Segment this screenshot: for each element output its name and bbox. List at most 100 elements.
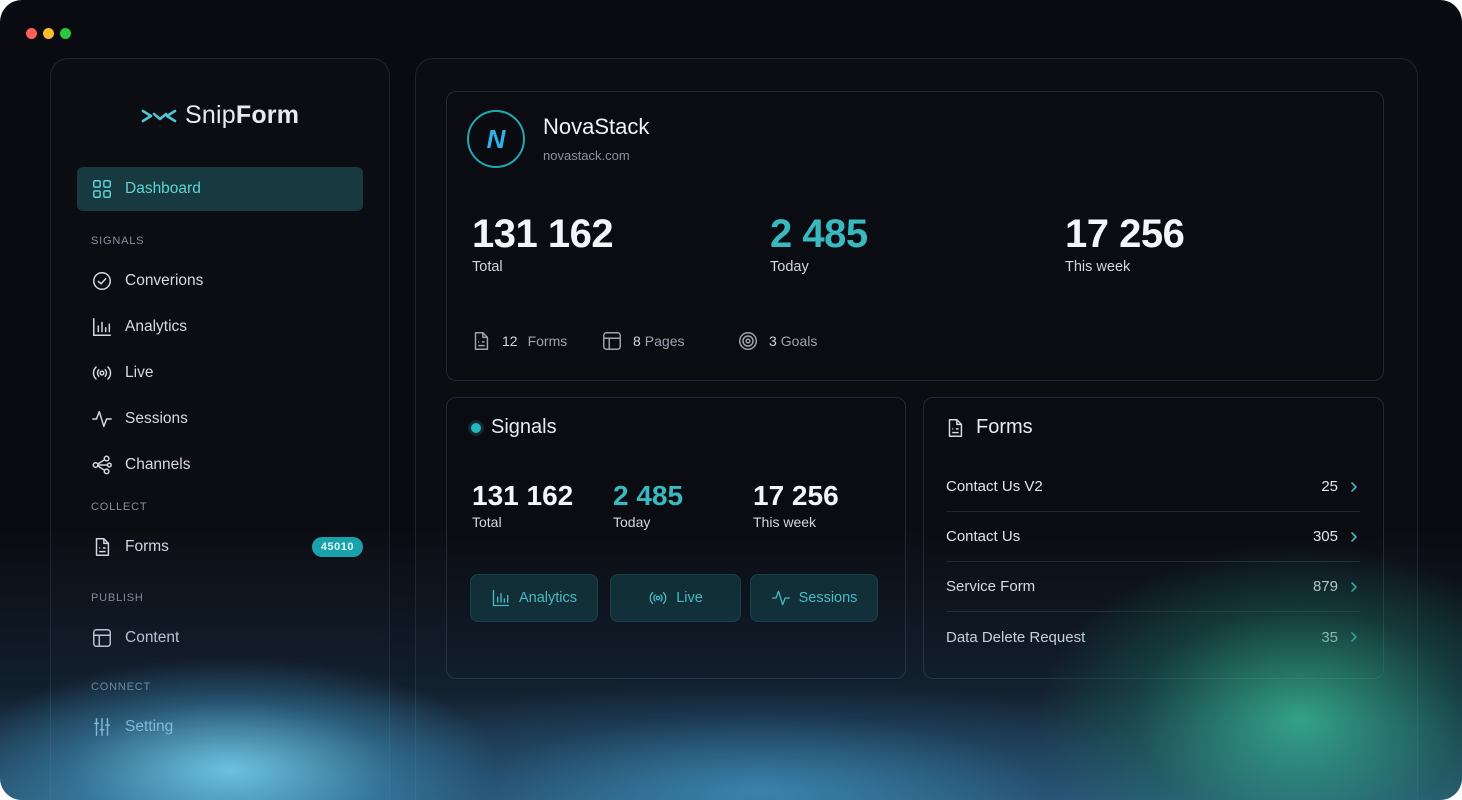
sidebar-item-content[interactable]: Content xyxy=(77,616,363,660)
stat-value: 2 485 xyxy=(770,212,868,256)
sliders-icon xyxy=(93,718,111,736)
brand-url[interactable]: novastack.com xyxy=(543,148,630,163)
maximize-window-button[interactable] xyxy=(60,28,71,39)
stat-this-week: 17 256 This week xyxy=(1065,212,1185,275)
sidebar-item-channels[interactable]: Channels xyxy=(77,443,363,487)
button-label: Analytics xyxy=(518,590,578,606)
sessions-button[interactable]: Sessions xyxy=(750,574,878,622)
minimize-window-button[interactable] xyxy=(43,28,54,39)
sidebar-item-dashboard[interactable]: Dashboard xyxy=(77,167,363,211)
stat-label: Today xyxy=(613,514,651,530)
form-count: 305 xyxy=(1312,528,1338,545)
meta-label: Pages xyxy=(644,333,685,349)
section-label-signals: SIGNALS xyxy=(91,235,145,247)
form-count: 35 xyxy=(1321,628,1338,646)
meta-forms[interactable]: 12 Forms xyxy=(470,330,567,352)
signals-title: Signals xyxy=(491,416,557,438)
sidebar-item-live[interactable]: Live xyxy=(77,351,363,395)
svg-text:N: N xyxy=(487,126,507,152)
share-nodes-icon xyxy=(92,455,112,475)
pulse-icon xyxy=(92,410,112,428)
check-circle-icon xyxy=(93,272,111,290)
layout-icon xyxy=(603,332,621,350)
stat-label: Today xyxy=(770,259,809,275)
section-label-collect: COLLECT xyxy=(91,501,148,513)
snipform-logo-icon xyxy=(141,109,177,122)
signals-stat-total: 131 162 Total xyxy=(472,480,573,530)
signals-stat-this-week: 17 256 This week xyxy=(753,480,839,530)
novastack-logo-icon: N xyxy=(482,126,510,152)
broadcast-icon xyxy=(649,591,667,605)
grid-icon xyxy=(93,180,111,198)
meta-pages[interactable]: 8 Pages xyxy=(601,330,685,352)
sidebar-item-label: Sessions xyxy=(125,410,188,427)
section-label-publish: PUBLISH xyxy=(91,592,144,604)
forms-count-badge: 45010 xyxy=(311,537,363,557)
stat-value: 131 162 xyxy=(472,480,574,511)
live-button[interactable]: Live xyxy=(610,574,741,622)
sidebar-item-label: Channels xyxy=(125,456,191,473)
sidebar-item-label: Converions xyxy=(125,272,204,289)
main-panel: N NovaStack novastack.com 131 162 Total … xyxy=(415,58,1418,800)
brand-overview-card: N NovaStack novastack.com 131 162 Total … xyxy=(446,91,1384,381)
chevron-right-icon xyxy=(1351,481,1357,492)
card-title: Forms xyxy=(944,416,1033,439)
bar-chart-icon xyxy=(492,589,510,607)
stat-label: This week xyxy=(1065,259,1131,275)
stat-value: 131 162 xyxy=(472,212,614,256)
stat-today: 2 485 Today xyxy=(770,212,868,275)
app-logo[interactable]: SnipForm xyxy=(141,101,299,130)
sidebar-item-label: Analytics xyxy=(125,318,188,335)
brand-name: NovaStack xyxy=(543,114,650,139)
sidebar-item-setting[interactable]: Setting xyxy=(77,705,363,749)
signals-card: Signals 131 162 Total 2 485 Today 17 256… xyxy=(446,397,906,679)
stat-value: 17 256 xyxy=(753,480,839,511)
sidebar-item-label: Setting xyxy=(125,718,174,735)
stat-value: 17 256 xyxy=(1065,212,1185,256)
document-icon xyxy=(95,538,110,556)
form-name: Contact Us xyxy=(946,528,1021,545)
form-row-service-form[interactable]: Service Form 879 xyxy=(946,562,1360,612)
meta-label: Goals xyxy=(780,333,818,349)
forms-card: Forms Contact Us V2 25 Contact Us 305 Se… xyxy=(923,397,1384,679)
forms-title: Forms xyxy=(976,416,1033,438)
meta-goals[interactable]: 3 Goals xyxy=(737,330,817,352)
close-window-button[interactable] xyxy=(26,28,37,39)
meta-value: 8 xyxy=(633,333,641,349)
chevron-right-icon xyxy=(1351,531,1357,542)
stat-total: 131 162 Total xyxy=(472,212,614,275)
stat-label: Total xyxy=(472,259,503,275)
analytics-button[interactable]: Analytics xyxy=(470,574,598,622)
button-label: Sessions xyxy=(798,590,858,606)
signals-stat-today: 2 485 Today xyxy=(613,480,683,530)
meta-value: 3 xyxy=(769,333,777,349)
avatar[interactable]: N xyxy=(467,110,525,168)
form-count: 25 xyxy=(1321,478,1338,495)
chevron-right-icon xyxy=(1351,581,1357,592)
button-label: Live xyxy=(676,590,703,606)
sidebar-item-forms[interactable]: Forms 45010 xyxy=(77,525,363,569)
form-name: Data Delete Request xyxy=(946,628,1086,646)
chevron-right-icon xyxy=(1351,632,1357,642)
stat-label: This week xyxy=(753,514,817,530)
bar-chart-icon xyxy=(93,318,111,336)
app-window: SnipForm Dashboard SIGNALS Converions An… xyxy=(0,0,1462,800)
meta-value: 12 xyxy=(502,333,518,349)
signals-status-dot xyxy=(471,422,481,433)
form-row-contact-us-v2[interactable]: Contact Us V2 25 xyxy=(946,462,1360,512)
target-icon xyxy=(739,332,757,350)
sidebar-item-analytics[interactable]: Analytics xyxy=(77,305,363,349)
sidebar-item-label: Content xyxy=(125,629,180,646)
stat-value: 2 485 xyxy=(613,480,684,511)
sidebar-item-converions[interactable]: Converions xyxy=(77,259,363,303)
window-controls xyxy=(26,28,71,39)
form-count: 879 xyxy=(1312,578,1338,595)
form-row-contact-us[interactable]: Contact Us 305 xyxy=(946,512,1360,562)
stat-label: Total xyxy=(472,514,502,530)
sidebar-item-sessions[interactable]: Sessions xyxy=(77,397,363,441)
form-row-data-delete-request[interactable]: Data Delete Request 35 xyxy=(946,612,1360,662)
section-label-connect: CONNECT xyxy=(91,681,151,693)
document-icon xyxy=(948,418,963,437)
sidebar-item-label: Live xyxy=(125,364,154,381)
logo-text-suffix: Form xyxy=(235,101,300,129)
